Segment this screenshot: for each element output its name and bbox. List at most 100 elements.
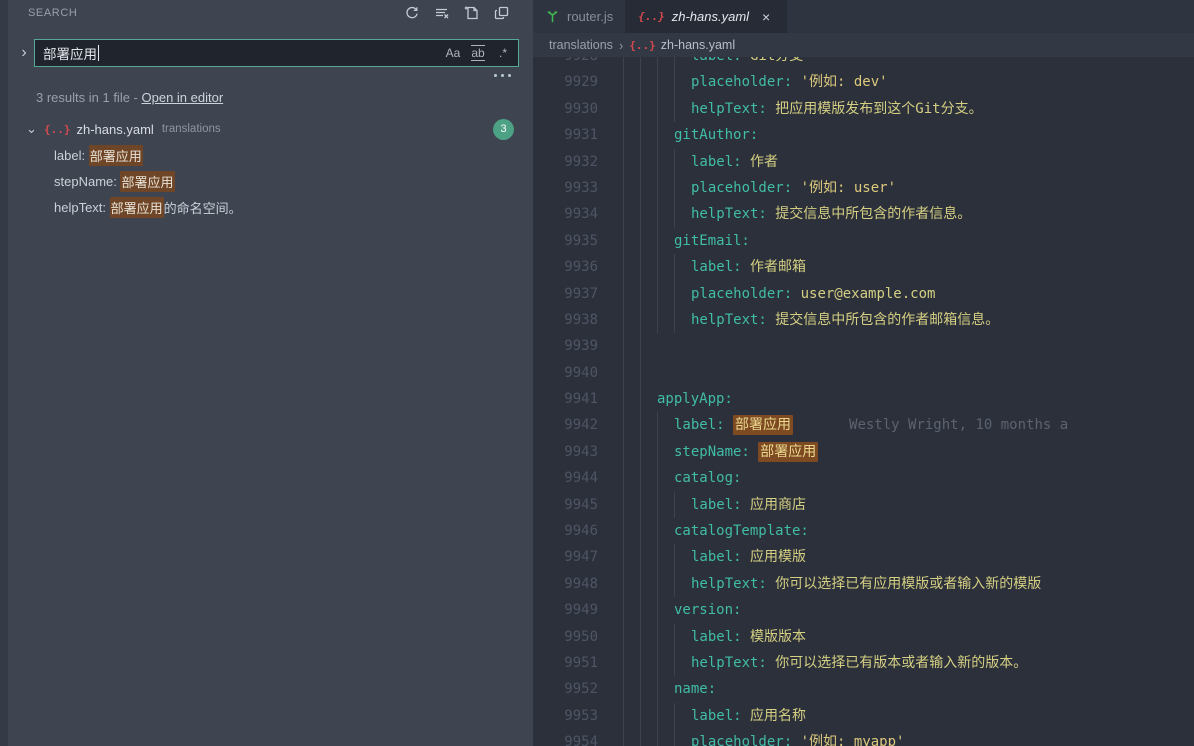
line-number[interactable]: 9936 [533, 254, 613, 280]
line-number[interactable]: 9948 [533, 571, 613, 597]
line-content: placeholder: user@example.com [613, 281, 935, 307]
breadcrumb-file[interactable]: zh-hans.yaml [661, 38, 735, 52]
indent-guide [657, 281, 674, 307]
line-number[interactable]: 9943 [533, 439, 613, 465]
line-number[interactable]: 9949 [533, 597, 613, 623]
code-line[interactable]: 9952 name: [533, 676, 1194, 702]
line-number[interactable]: 9942 [533, 412, 613, 438]
code-line[interactable]: 9930 helpText: 把应用模版发布到这个Git分支。 [533, 96, 1194, 122]
code-line[interactable]: 9928label: Git分支 [533, 57, 1194, 69]
chevron-down-icon[interactable]: ⌄ [26, 121, 44, 137]
tab-label: router.js [567, 9, 614, 24]
line-number[interactable]: 9941 [533, 386, 613, 412]
tab-zh-hans-yaml[interactable]: {..} zh-hans.yaml × [626, 0, 788, 33]
toggle-replace-chevron-icon[interactable]: › [14, 39, 34, 67]
code-editor[interactable]: 9928label: Git分支9929placeholder: '例如: de… [533, 57, 1194, 746]
line-number[interactable]: 9953 [533, 703, 613, 729]
code-line[interactable]: 9951 helpText: 你可以选择已有版本或者输入新的版本。 [533, 650, 1194, 676]
code-key: helpText: [691, 206, 767, 223]
code-key: catalog: [674, 470, 742, 487]
breadcrumb-folder[interactable]: translations [549, 38, 613, 52]
open-new-search-editor-icon[interactable] [487, 2, 517, 24]
line-content: label: Git分支 [613, 57, 803, 69]
code-line[interactable]: 9935 gitEmail: [533, 228, 1194, 254]
code-line[interactable]: 9939 [533, 333, 1194, 359]
indent-guide [623, 412, 640, 438]
code-line[interactable]: 9931 gitAuthor: [533, 122, 1194, 148]
breadcrumb[interactable]: translations › {..} zh-hans.yaml [533, 33, 1194, 57]
code-line[interactable]: 9933 placeholder: '例如: user' [533, 175, 1194, 201]
search-result-row[interactable]: helpText: 部署应用 的命名空间。 [8, 194, 533, 220]
whole-word-button[interactable]: ab [467, 43, 489, 63]
code-line[interactable]: 9940 [533, 360, 1194, 386]
code-value: user@example.com [792, 285, 936, 302]
line-number[interactable]: 9931 [533, 122, 613, 148]
indent-guide [674, 201, 691, 227]
line-number[interactable]: 9935 [533, 228, 613, 254]
close-icon[interactable]: × [758, 9, 774, 25]
indent-guide [674, 492, 691, 518]
line-number[interactable]: 9932 [533, 149, 613, 175]
indent-guide [640, 333, 657, 359]
code-line[interactable]: 9936 label: 作者邮箱 [533, 254, 1194, 280]
indent-guide [640, 307, 657, 333]
code-line[interactable]: 9950 label: 模版版本 [533, 624, 1194, 650]
line-number[interactable]: 9934 [533, 201, 613, 227]
indent-guide [623, 254, 640, 280]
line-number[interactable]: 9951 [533, 650, 613, 676]
code-key: label: [691, 549, 742, 566]
code-line[interactable]: 9934 helpText: 提交信息中所包含的作者信息。 [533, 201, 1194, 227]
clear-search-results-icon[interactable] [427, 2, 457, 24]
new-search-editor-icon[interactable] [457, 2, 487, 24]
indent-guide [640, 676, 657, 702]
indent-guide [657, 149, 674, 175]
line-number[interactable]: 9928 [533, 57, 613, 69]
code-line[interactable]: 9932 label: 作者 [533, 149, 1194, 175]
line-content: catalog: [613, 465, 741, 491]
search-result-row[interactable]: stepName: 部署应用 [8, 168, 533, 194]
code-line[interactable]: 9946 catalogTemplate: [533, 518, 1194, 544]
search-details-toggle[interactable] [494, 74, 511, 77]
code-line[interactable]: 9947 label: 应用模版 [533, 544, 1194, 570]
code-line[interactable]: 9943 stepName: 部署应用 [533, 439, 1194, 465]
code-line[interactable]: 9945 label: 应用商店 [533, 492, 1194, 518]
indent-guide [623, 386, 640, 412]
line-number[interactable]: 9930 [533, 96, 613, 122]
line-number[interactable]: 9939 [533, 333, 613, 359]
line-number[interactable]: 9929 [533, 69, 613, 95]
code-line[interactable]: 9953 label: 应用名称 [533, 703, 1194, 729]
code-line[interactable]: 9929 placeholder: '例如: dev' [533, 69, 1194, 95]
line-number[interactable]: 9954 [533, 729, 613, 746]
code-line[interactable]: 9942 label: 部署应用 Westly Wright, 10 months … [533, 412, 1194, 438]
code-value: Git分支 [742, 57, 803, 64]
code-line[interactable]: 9949 version: [533, 597, 1194, 623]
tab-router-js[interactable]: router.js [533, 0, 627, 33]
code-line[interactable]: 9944 catalog: [533, 465, 1194, 491]
search-result-row[interactable]: label: 部署应用 [8, 142, 533, 168]
regex-button[interactable]: .* [492, 43, 514, 63]
line-number[interactable]: 9945 [533, 492, 613, 518]
code-line[interactable]: 9954 placeholder: '例如: myapp' [533, 729, 1194, 746]
indent-guide [657, 96, 674, 122]
code-line[interactable]: 9941 applyApp: [533, 386, 1194, 412]
line-number[interactable]: 9938 [533, 307, 613, 333]
refresh-icon[interactable] [397, 2, 427, 24]
match-case-button[interactable]: Aa [442, 43, 464, 63]
line-number[interactable]: 9937 [533, 281, 613, 307]
code-line[interactable]: 9948 helpText: 你可以选择已有应用模版或者输入新的模版 [533, 571, 1194, 597]
line-number[interactable]: 9952 [533, 676, 613, 702]
line-number[interactable]: 9944 [533, 465, 613, 491]
line-number[interactable]: 9947 [533, 544, 613, 570]
file-path: translations [161, 123, 221, 135]
line-number[interactable]: 9933 [533, 175, 613, 201]
line-number[interactable]: 9946 [533, 518, 613, 544]
search-input[interactable]: 部署应用 Aa ab .* [34, 39, 519, 67]
open-in-editor-link[interactable]: Open in editor [142, 90, 224, 105]
line-number[interactable]: 9940 [533, 360, 613, 386]
indent-guide [623, 281, 640, 307]
yaml-file-icon: {..} [638, 10, 665, 23]
line-number[interactable]: 9950 [533, 624, 613, 650]
code-line[interactable]: 9938 helpText: 提交信息中所包含的作者邮箱信息。 [533, 307, 1194, 333]
file-result-row[interactable]: ⌄ {..} zh-hans.yaml translations 3 [8, 116, 533, 142]
code-line[interactable]: 9937 placeholder: user@example.com [533, 281, 1194, 307]
